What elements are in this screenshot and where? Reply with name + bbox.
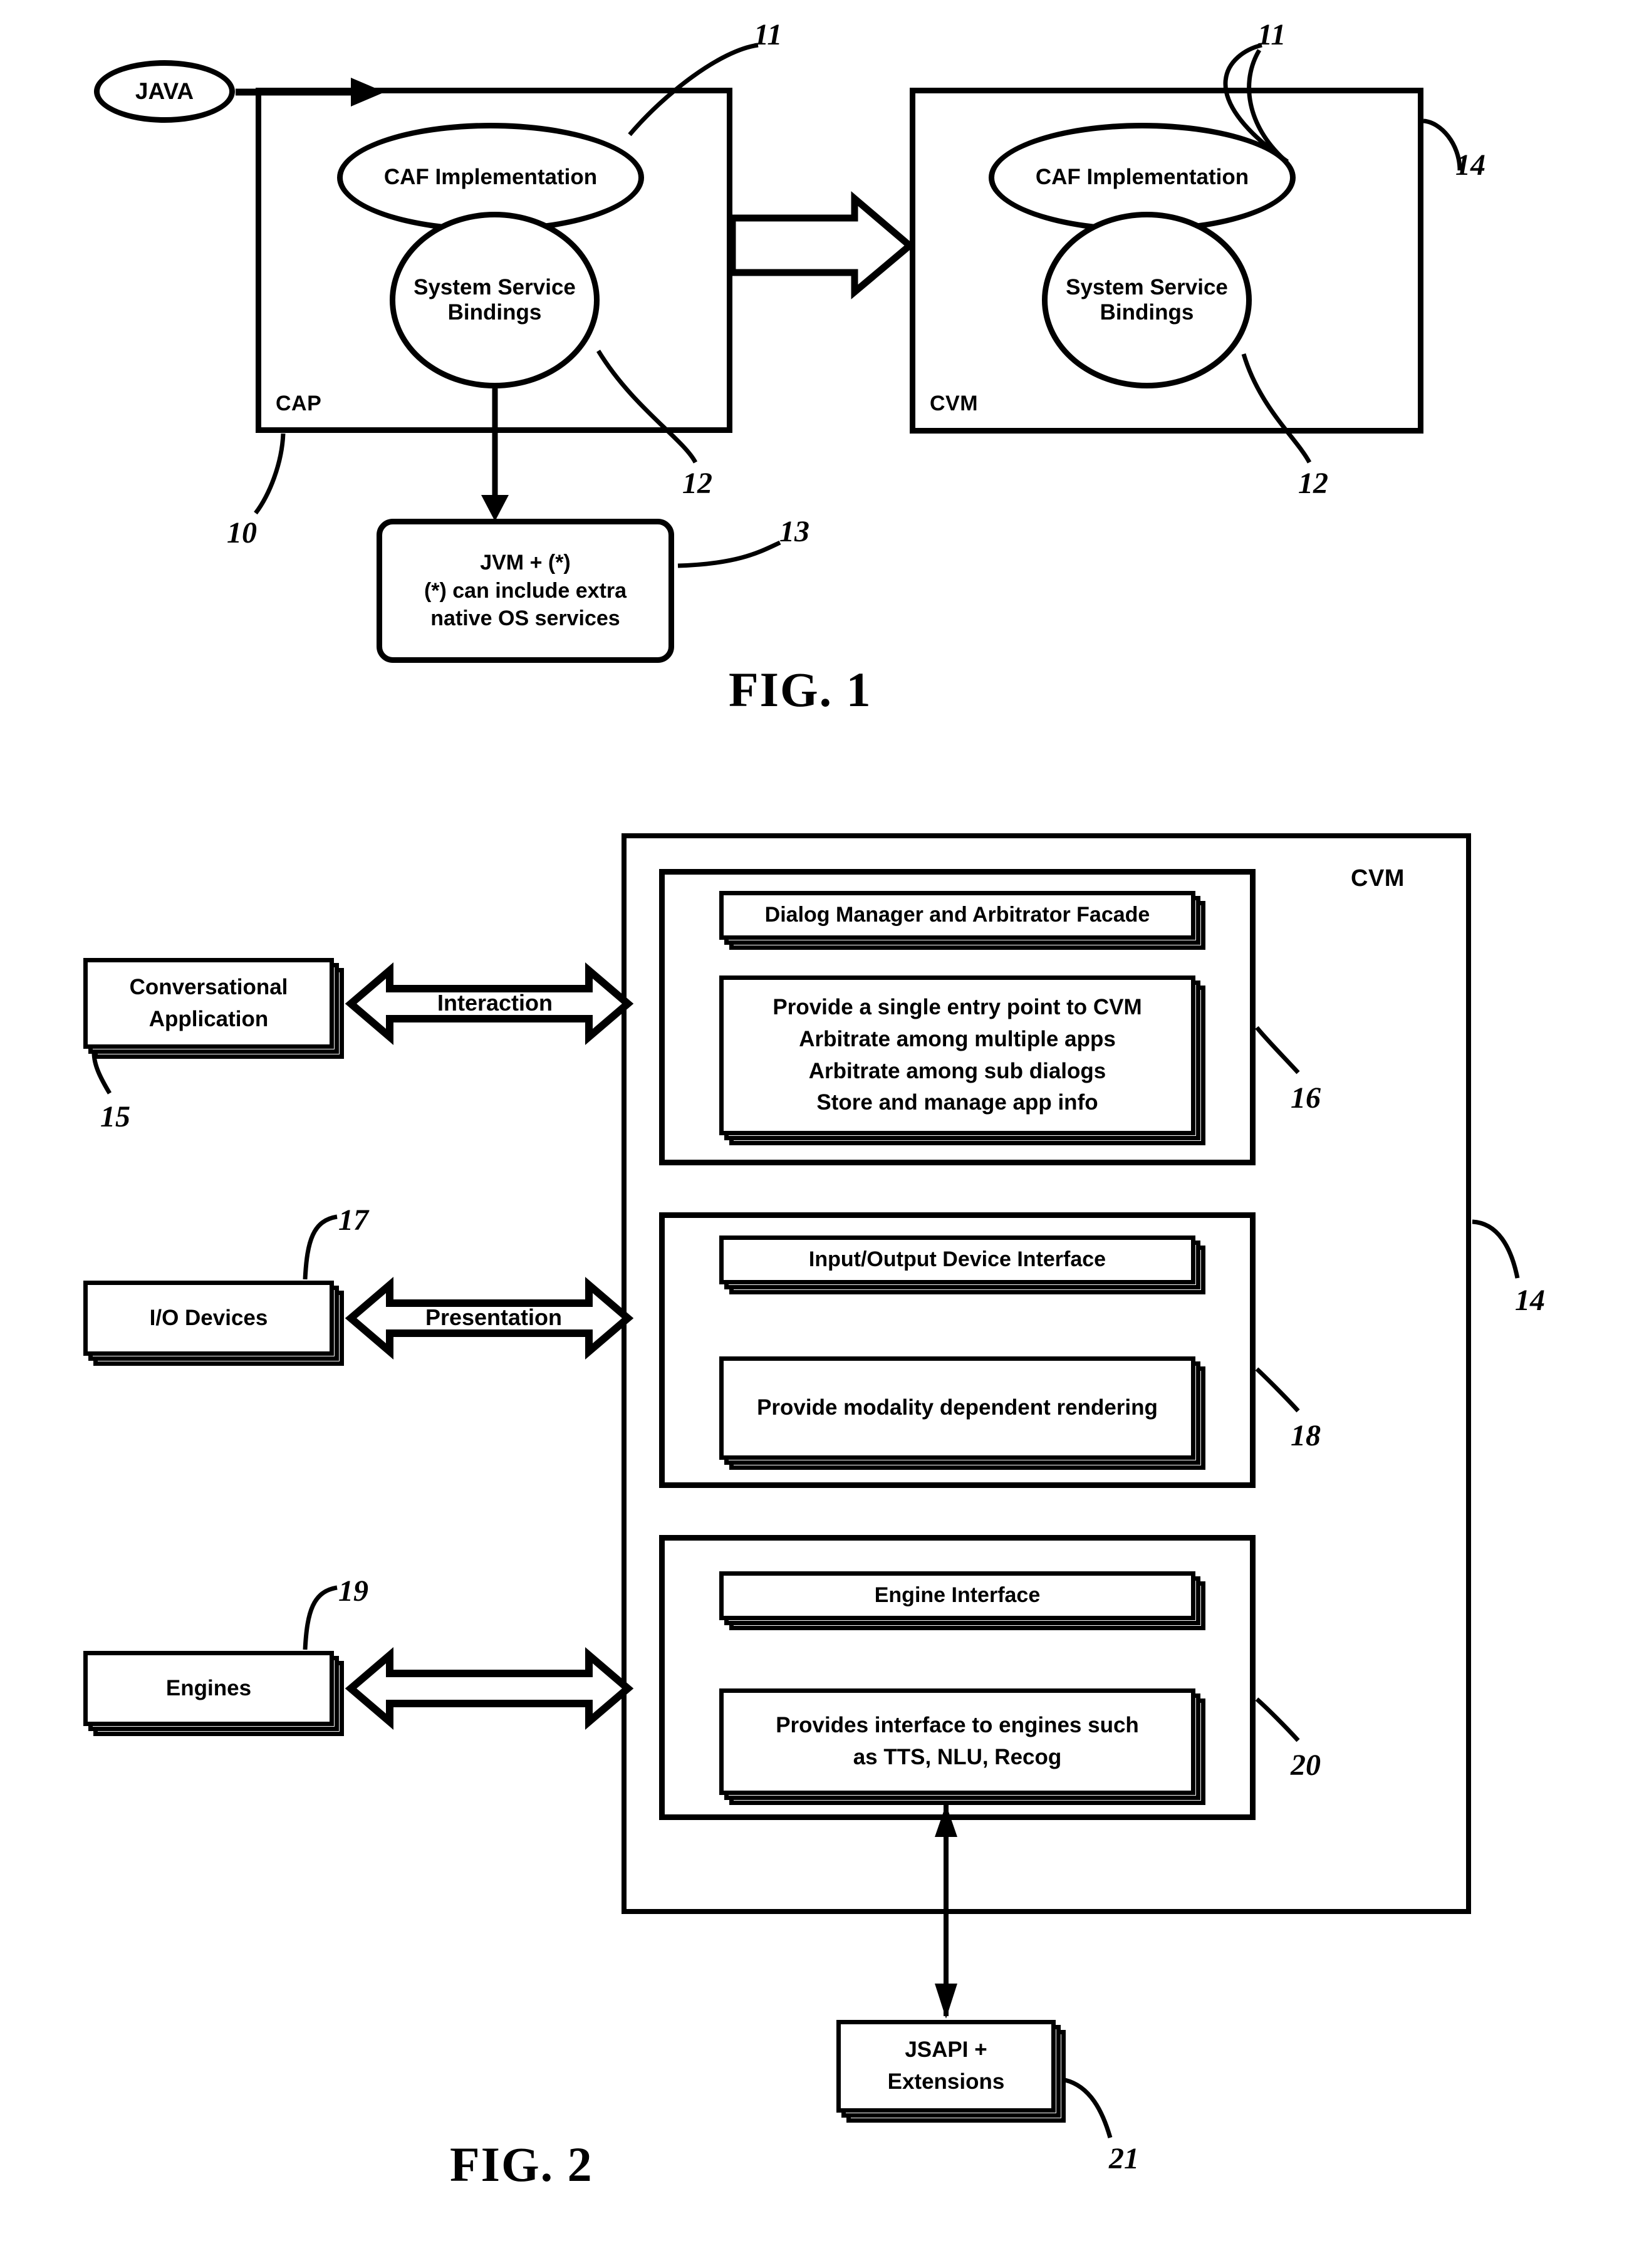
io-device-interface-header-card: Input/Output Device Interface: [719, 1235, 1205, 1294]
engine-interface-body-card: Provides interface to engines such as TT…: [719, 1688, 1205, 1805]
jvm-line1: JVM + (*): [480, 550, 571, 575]
engine-interface-header-card: Engine Interface: [719, 1571, 1205, 1630]
card-face: Input/Output Device Interface: [719, 1235, 1195, 1284]
leader-ref-19: [303, 1585, 338, 1650]
cap-ssb-line2: Bindings: [447, 300, 542, 325]
engine-interface-body-line2: as TTS, NLU, Recog: [853, 1745, 1062, 1769]
conversational-application-line2: Application: [148, 1006, 269, 1031]
ref-11-cvm: 11: [1257, 18, 1286, 51]
dialog-manager-body-line2: Arbitrate among multiple apps: [799, 1026, 1116, 1051]
ref-10-cap-box: 10: [227, 516, 257, 549]
engine-interface-header-label: Engine Interface: [874, 1583, 1041, 1608]
leader-ref-14-fig2: [1472, 1219, 1520, 1279]
card-face: JSAPI + Extensions: [836, 2020, 1056, 2113]
cvm-system-service-bindings: System Service Bindings: [1042, 212, 1252, 388]
io-devices-label: I/O Devices: [149, 1305, 268, 1330]
cap-caf-label: CAF Implementation: [383, 165, 598, 190]
figure-1-caption: FIG. 1: [729, 662, 872, 717]
jsapi-line2: Extensions: [887, 2069, 1005, 2094]
cap-corner-label: CAP: [276, 392, 322, 415]
cvm-caf-label: CAF Implementation: [1035, 165, 1249, 190]
card-face: I/O Devices: [83, 1281, 334, 1356]
ref-14-cvm-box-fig1: 14: [1455, 148, 1485, 182]
jvm-line3: native OS services: [430, 606, 620, 631]
dialog-manager-header-card: Dialog Manager and Arbitrator Facade: [719, 891, 1205, 950]
cvm-corner-label-fig2: CVM: [1351, 865, 1405, 892]
cvm-ssb-line2: Bindings: [1100, 300, 1194, 325]
cap-ssb-line1: System Service: [414, 274, 576, 299]
leader-ref-13: [677, 540, 781, 568]
ref-17-io-devices: 17: [338, 1204, 368, 1237]
io-device-interface-body-line1: Provide modality dependent rendering: [757, 1395, 1158, 1420]
ref-12-cvm: 12: [1298, 467, 1328, 500]
io-device-interface-header-label: Input/Output Device Interface: [808, 1247, 1106, 1272]
io-devices-card: I/O Devices: [83, 1281, 344, 1366]
presentation-arrow-label: Presentation: [425, 1304, 563, 1330]
leader-ref-14-fig1: [1423, 118, 1462, 171]
leader-ref-10: [254, 433, 286, 515]
ref-13-jvm: 13: [779, 515, 809, 548]
card-face: Engines: [83, 1651, 334, 1726]
ref-15-conversational-application: 15: [100, 1100, 130, 1133]
cap-system-service-bindings: System Service Bindings: [390, 212, 600, 388]
engines-double-arrow: [345, 1646, 634, 1730]
patent-drawing-sheet: JAVA CAP CAF Implementation System Servi…: [0, 0, 1649, 2268]
cvm-ssb-line1: System Service: [1066, 274, 1228, 299]
jsapi-extensions-card: JSAPI + Extensions: [836, 2020, 1066, 2123]
dialog-manager-body-line1: Provide a single entry point to CVM: [772, 995, 1142, 1019]
engine-interface-body-line1: Provides interface to engines such: [776, 1713, 1139, 1738]
java-node-label: JAVA: [135, 78, 194, 104]
cap-to-cvm-block-arrow: [729, 191, 915, 299]
leader-ref-17: [303, 1214, 338, 1280]
figure-2-caption: FIG. 2: [450, 2137, 593, 2192]
jvm-box: JVM + (*) (*) can include extra native O…: [377, 519, 674, 663]
conversational-application-line1: Conversational: [129, 974, 288, 999]
card-face: Provides interface to engines such as TT…: [719, 1688, 1195, 1795]
conversational-application-card: Conversational Application: [83, 958, 344, 1059]
card-face: Provide a single entry point to CVM Arbi…: [719, 975, 1195, 1135]
dialog-manager-body-card: Provide a single entry point to CVM Arbi…: [719, 975, 1205, 1145]
ref-16-dialog-manager-group: 16: [1291, 1081, 1321, 1115]
card-face: Provide modality dependent rendering: [719, 1356, 1195, 1460]
ref-12-cap: 12: [682, 467, 712, 500]
ref-21-jsapi-extensions: 21: [1109, 2142, 1139, 2175]
ref-18-io-device-interface-group: 18: [1291, 1419, 1321, 1452]
ref-19-engines: 19: [338, 1574, 368, 1608]
card-face: Conversational Application: [83, 958, 334, 1049]
engines-card: Engines: [83, 1651, 344, 1736]
leader-ref-21: [1064, 2078, 1113, 2138]
ref-11-cap: 11: [754, 18, 783, 51]
engines-label: Engines: [165, 1675, 252, 1700]
card-face: Engine Interface: [719, 1571, 1195, 1620]
dialog-manager-body-line3: Arbitrate among sub dialogs: [808, 1058, 1106, 1083]
io-device-interface-body-card: Provide modality dependent rendering: [719, 1356, 1205, 1470]
jsapi-line1: JSAPI +: [905, 2037, 987, 2063]
dialog-manager-body-line4: Store and manage app info: [816, 1090, 1098, 1115]
cvm-corner-label-fig1: CVM: [930, 392, 979, 415]
dialog-manager-header-label: Dialog Manager and Arbitrator Facade: [764, 903, 1150, 927]
java-node: JAVA: [94, 60, 235, 123]
jvm-line2: (*) can include extra: [424, 578, 627, 603]
ref-14-cvm-box-fig2: 14: [1515, 1284, 1545, 1317]
interaction-arrow-label: Interaction: [437, 990, 553, 1016]
ref-20-engine-interface-group: 20: [1291, 1749, 1321, 1782]
card-face: Dialog Manager and Arbitrator Facade: [719, 891, 1195, 940]
